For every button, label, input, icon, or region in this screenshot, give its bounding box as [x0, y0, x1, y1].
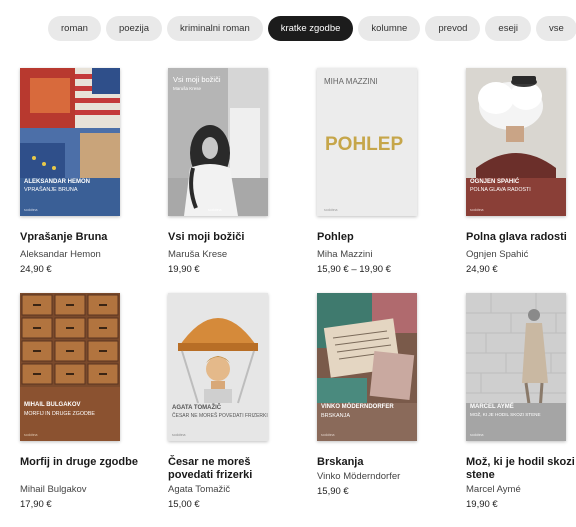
book-price: 15,90 € – 19,90 € [317, 264, 391, 275]
book-cover[interactable]: Vsi moji božiči Maruša Krese sodobna [168, 68, 268, 216]
cover-author-text: OGNJEN SPAHIĆ [470, 177, 520, 185]
book-cover[interactable]: MARCEL AYMÉ MOŽ, KI JE HODIL SKOZI STENE… [466, 293, 566, 441]
book-cover[interactable]: MIHA MAZZINI POHLEP sodobna [317, 68, 417, 216]
book-title[interactable]: Morfij in druge zgodbe [20, 456, 150, 469]
book-author: Maruša Krese [168, 249, 228, 260]
cover-author-text: MIHAIL BULGAKOV [24, 402, 81, 408]
cover-title-text: POHLEP [325, 134, 403, 155]
filter-chip-kriminalni-roman[interactable]: kriminalni roman [167, 16, 263, 41]
cover-title-text: MORFIJ IN DRUGE ZGODBE [24, 411, 95, 417]
cover-author-text: VINKO MÖDERNDORFER [321, 403, 394, 410]
cover-publisher-text: sodobna [324, 208, 337, 212]
book-price: 24,90 € [20, 264, 52, 275]
book-author: Marcel Aymé [466, 484, 521, 495]
book-price: 19,90 € [466, 499, 498, 510]
book-cover[interactable]: MIHAIL BULGAKOV MORFIJ IN DRUGE ZGODBE s… [20, 293, 120, 441]
filter-chip-kratke-zgodbe[interactable]: kratke zgodbe [267, 16, 354, 41]
cover-title-text: BRSKANJA [321, 413, 350, 419]
book-author: Vinko Möderndorfer [317, 471, 401, 482]
cover-image: VINKO MÖDERNDORFER BRSKANJA sodobna [317, 293, 417, 441]
cover-publisher-text: sodobna [24, 208, 37, 212]
cover-author-text: MIHA MAZZINI [324, 77, 378, 86]
book-author: Agata Tomažič [168, 484, 231, 495]
book-title[interactable]: Mož, ki je hodil skozi stene [466, 456, 576, 482]
book-author: Miha Mazzini [317, 249, 373, 260]
book-title[interactable]: Polna glava radosti [466, 231, 576, 244]
cover-image: MIHA MAZZINI POHLEP sodobna [317, 68, 417, 216]
cover-image: MIHAIL BULGAKOV MORFIJ IN DRUGE ZGODBE s… [20, 293, 120, 441]
cover-title-text: VPRAŠANJE BRUNA [24, 186, 78, 193]
cover-publisher-text: sodobna [321, 433, 334, 437]
cover-image: AGATA TOMAŽIČ ČESAR NE MOREŠ POVEDATI FR… [168, 293, 268, 441]
book-title[interactable]: Vprašanje Bruna [20, 231, 150, 244]
cover-title-text: POLNA GLAVA RADOSTI [470, 187, 531, 193]
filter-chip-roman[interactable]: roman [48, 16, 101, 41]
book-title[interactable]: Vsi moji božiči [168, 231, 298, 244]
filter-chip-prevod[interactable]: prevod [425, 16, 481, 41]
filter-chip-poezija[interactable]: poezija [105, 16, 163, 41]
book-author: Mihail Bulgakov [20, 484, 87, 495]
cover-image: ALEKSANDAR HEMON VPRAŠANJE BRUNA sodobna [20, 68, 120, 216]
cover-image: OGNJEN SPAHIĆ POLNA GLAVA RADOSTI sodobn… [466, 68, 566, 216]
cover-publisher-text: sodobna [172, 433, 185, 437]
cover-author-text: MARCEL AYMÉ [470, 402, 514, 410]
filter-chip-vse[interactable]: vse [535, 16, 576, 41]
cover-image: Vsi moji božiči Maruša Krese sodobna [168, 68, 268, 216]
cover-title-text: MOŽ, KI JE HODIL SKOZI STENE [470, 410, 541, 417]
book-title[interactable]: Brskanja [317, 456, 447, 469]
book-cover[interactable]: AGATA TOMAŽIČ ČESAR NE MOREŠ POVEDATI FR… [168, 293, 268, 441]
book-author: Ognjen Spahić [466, 249, 529, 260]
book-price: 19,90 € [168, 264, 200, 275]
book-cover[interactable]: OGNJEN SPAHIĆ POLNA GLAVA RADOSTI sodobn… [466, 68, 566, 216]
cover-author-text: AGATA TOMAŽIČ [172, 403, 222, 411]
cover-title-text: Vsi moji božiči [173, 75, 221, 84]
cover-publisher-text: sodobna [470, 433, 483, 437]
filter-chip-kolumne[interactable]: kolumne [358, 16, 421, 41]
cover-image: MARCEL AYMÉ MOŽ, KI JE HODIL SKOZI STENE… [466, 293, 566, 441]
cover-publisher-text: sodobna [470, 208, 483, 212]
book-title[interactable]: Pohlep [317, 231, 447, 244]
book-author: Aleksandar Hemon [20, 249, 101, 260]
cover-publisher-text: sodobna [208, 208, 221, 212]
book-cover[interactable]: VINKO MÖDERNDORFER BRSKANJA sodobna [317, 293, 417, 441]
cover-author-text: ALEKSANDAR HEMON [24, 179, 90, 185]
book-price: 17,90 € [20, 499, 52, 510]
cover-title-text: ČESAR NE MOREŠ POVEDATI FRIZERKI [172, 412, 268, 419]
book-cover[interactable]: ALEKSANDAR HEMON VPRAŠANJE BRUNA sodobna [20, 68, 120, 216]
filter-chip-eseji[interactable]: eseji [485, 16, 531, 41]
cover-author-text: Maruša Krese [173, 86, 202, 91]
book-price: 24,90 € [466, 264, 498, 275]
category-filter-bar: roman poezija kriminalni roman kratke zg… [48, 16, 576, 41]
book-title[interactable]: Česar ne moreš povedati frizerki [168, 456, 298, 482]
book-price: 15,90 € [317, 486, 349, 497]
book-price: 15,00 € [168, 499, 200, 510]
cover-publisher-text: sodobna [24, 433, 37, 437]
